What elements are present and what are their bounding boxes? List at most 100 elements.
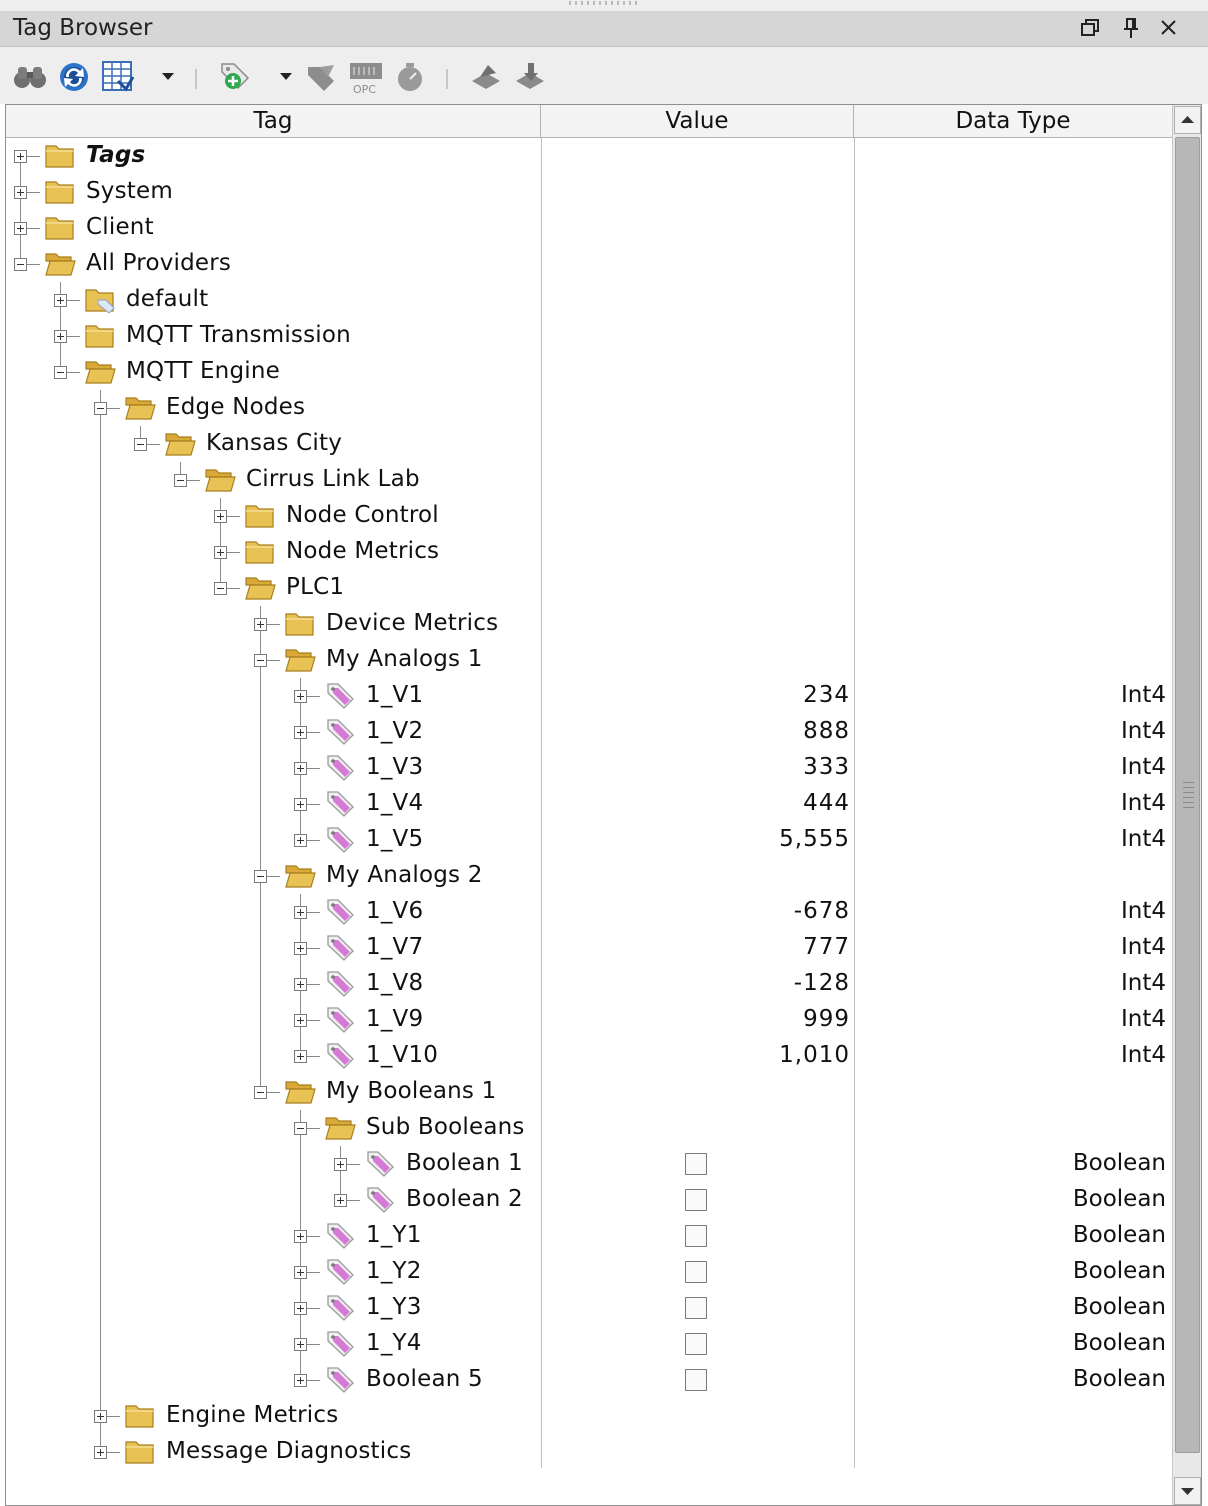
tree-label[interactable]: Boolean 5 bbox=[366, 1364, 483, 1394]
expand-toggle[interactable] bbox=[294, 726, 307, 739]
tree-label[interactable]: Client bbox=[86, 212, 154, 242]
export-icon[interactable] bbox=[512, 55, 548, 95]
folder-row[interactable]: Engine Metrics bbox=[6, 1398, 1172, 1434]
collapse-toggle[interactable] bbox=[254, 1086, 267, 1099]
expand-toggle[interactable] bbox=[54, 330, 67, 343]
expand-toggle[interactable] bbox=[294, 1374, 307, 1387]
tag-value[interactable]: 888 bbox=[803, 716, 850, 746]
tag-row[interactable]: 1_V7 777 Int4 bbox=[6, 930, 1172, 966]
collapse-toggle[interactable] bbox=[254, 870, 267, 883]
expand-toggle[interactable] bbox=[294, 798, 307, 811]
scroll-down-button[interactable] bbox=[1174, 1477, 1201, 1505]
collapse-toggle[interactable] bbox=[174, 474, 187, 487]
collapse-toggle[interactable] bbox=[214, 582, 227, 595]
tag-row[interactable]: 1_Y1 Boolean bbox=[6, 1218, 1172, 1254]
collapse-toggle[interactable] bbox=[54, 366, 67, 379]
tag-row[interactable]: 1_Y2 Boolean bbox=[6, 1254, 1172, 1290]
refresh-icon[interactable] bbox=[56, 55, 92, 95]
expand-toggle[interactable] bbox=[294, 1230, 307, 1243]
folder-row[interactable]: default bbox=[6, 282, 1172, 318]
tree-label[interactable]: Edge Nodes bbox=[166, 392, 305, 422]
tree-label[interactable]: 1_V8 bbox=[366, 968, 423, 998]
tree-label[interactable]: My Booleans 1 bbox=[326, 1076, 496, 1106]
expand-toggle[interactable] bbox=[14, 150, 27, 163]
tag-value[interactable]: 1,010 bbox=[779, 1040, 850, 1070]
tree-label[interactable]: 1_V1 bbox=[366, 680, 423, 710]
tree-label[interactable]: Boolean 1 bbox=[406, 1148, 523, 1178]
expand-toggle[interactable] bbox=[294, 1266, 307, 1279]
tree-label[interactable]: Cirrus Link Lab bbox=[246, 464, 420, 494]
tree-label[interactable]: 1_V6 bbox=[366, 896, 423, 926]
tree-label[interactable]: 1_Y2 bbox=[366, 1256, 422, 1286]
tag-tree-table[interactable]: Tag Value Data Type Tags System Client All … bbox=[5, 104, 1202, 1506]
folder-row[interactable]: Node Metrics bbox=[6, 534, 1172, 570]
collapse-toggle[interactable] bbox=[94, 402, 107, 415]
tree-label[interactable]: Device Metrics bbox=[326, 608, 498, 638]
tree-label[interactable]: 1_V3 bbox=[366, 752, 423, 782]
tree-label[interactable]: My Analogs 1 bbox=[326, 644, 483, 674]
expand-toggle[interactable] bbox=[294, 1302, 307, 1315]
tree-label[interactable]: All Providers bbox=[86, 248, 231, 278]
expand-toggle[interactable] bbox=[14, 186, 27, 199]
value-checkbox[interactable] bbox=[685, 1225, 707, 1247]
tag-row[interactable]: 1_V5 5,555 Int4 bbox=[6, 822, 1172, 858]
tree-label[interactable]: 1_V2 bbox=[366, 716, 423, 746]
chevron-down-icon[interactable] bbox=[280, 73, 292, 80]
expand-toggle[interactable] bbox=[334, 1194, 347, 1207]
folder-row[interactable]: System bbox=[6, 174, 1172, 228]
expand-toggle[interactable] bbox=[214, 510, 227, 523]
folder-row[interactable]: My Analogs 2 bbox=[6, 858, 1172, 894]
collapse-toggle[interactable] bbox=[254, 654, 267, 667]
expand-toggle[interactable] bbox=[294, 906, 307, 919]
tree-label[interactable]: PLC1 bbox=[286, 572, 344, 602]
tag-row[interactable]: 1_V3 333 Int4 bbox=[6, 750, 1172, 786]
tree-label[interactable]: System bbox=[86, 176, 173, 206]
opc-browser-icon[interactable]: OPC bbox=[348, 55, 384, 96]
tree-label[interactable]: 1_V10 bbox=[366, 1040, 438, 1070]
folder-row[interactable]: Kansas City bbox=[6, 426, 1172, 462]
tag-row[interactable]: 1_V6 -678 Int4 bbox=[6, 894, 1172, 930]
add-tag-icon[interactable] bbox=[216, 55, 252, 95]
expand-toggle[interactable] bbox=[334, 1158, 347, 1171]
expand-toggle[interactable] bbox=[254, 618, 267, 631]
expand-toggle[interactable] bbox=[294, 690, 307, 703]
tree-label[interactable]: 1_V4 bbox=[366, 788, 423, 818]
expand-toggle[interactable] bbox=[14, 222, 27, 235]
column-header-tag[interactable]: Tag bbox=[6, 105, 541, 137]
expand-toggle[interactable] bbox=[294, 1050, 307, 1063]
tag-value[interactable]: -128 bbox=[794, 968, 850, 998]
timer-icon[interactable] bbox=[392, 55, 428, 95]
value-checkbox[interactable] bbox=[685, 1297, 707, 1319]
folder-row[interactable]: Tags bbox=[6, 138, 1172, 192]
tag-value[interactable]: 5,555 bbox=[779, 824, 850, 854]
expand-toggle[interactable] bbox=[294, 834, 307, 847]
folder-row[interactable]: MQTT Engine bbox=[6, 354, 1172, 390]
value-checkbox[interactable] bbox=[685, 1153, 707, 1175]
folder-row[interactable]: MQTT Transmission bbox=[6, 318, 1172, 354]
value-checkbox[interactable] bbox=[685, 1189, 707, 1211]
folder-row[interactable]: PLC1 bbox=[6, 570, 1172, 606]
tag-value[interactable]: -678 bbox=[794, 896, 850, 926]
vertical-scrollbar[interactable] bbox=[1172, 105, 1201, 1505]
tree-label[interactable]: 1_V9 bbox=[366, 1004, 423, 1034]
tag-row[interactable]: 1_V2 888 Int4 bbox=[6, 714, 1172, 750]
binoculars-icon[interactable] bbox=[12, 55, 48, 95]
chevron-down-icon[interactable] bbox=[162, 73, 174, 80]
value-checkbox[interactable] bbox=[685, 1261, 707, 1283]
scrollbar-thumb[interactable] bbox=[1175, 137, 1200, 1453]
tree-label[interactable]: MQTT Transmission bbox=[126, 320, 351, 350]
tag-row[interactable]: 1_V10 1,010 Int4 bbox=[6, 1038, 1172, 1074]
expand-toggle[interactable] bbox=[294, 762, 307, 775]
expand-toggle[interactable] bbox=[294, 978, 307, 991]
folder-row[interactable]: All Providers bbox=[6, 246, 1172, 282]
tag-value[interactable]: 444 bbox=[803, 788, 850, 818]
folder-row[interactable]: Client bbox=[6, 210, 1172, 264]
tree-label[interactable]: Kansas City bbox=[206, 428, 342, 458]
tag-row[interactable]: Boolean 5 Boolean bbox=[6, 1362, 1172, 1398]
collapse-toggle[interactable] bbox=[294, 1122, 307, 1135]
expand-toggle[interactable] bbox=[94, 1446, 107, 1459]
expand-toggle[interactable] bbox=[294, 1014, 307, 1027]
collapse-toggle[interactable] bbox=[14, 258, 27, 271]
tree-label[interactable]: Sub Booleans bbox=[366, 1112, 525, 1142]
tree-label[interactable]: 1_Y3 bbox=[366, 1292, 422, 1322]
